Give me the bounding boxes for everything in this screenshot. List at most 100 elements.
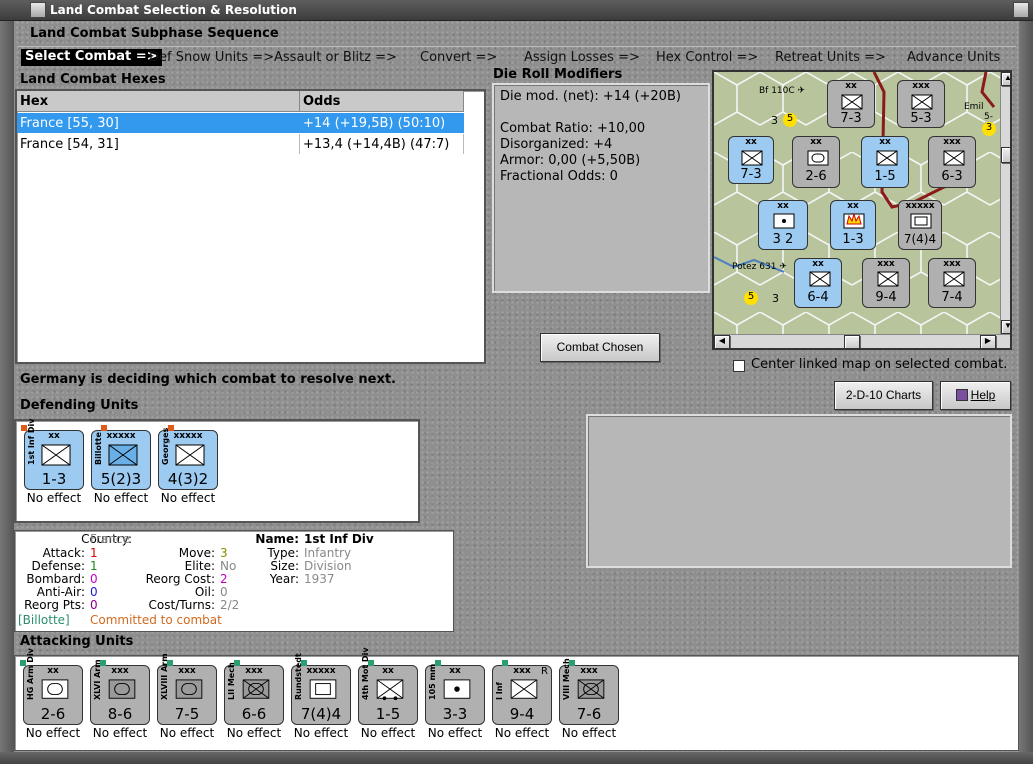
hexes-title: Land Combat Hexes <box>20 72 166 87</box>
modifier-line: Disorganized: +4 <box>500 137 613 152</box>
unit-name: I Inf <box>495 682 504 700</box>
map-counter[interactable]: xxxxx 7(4)4 <box>898 200 942 250</box>
attacking-unit-counter[interactable]: xxx I Inf R 9-4 <box>492 660 552 725</box>
map-counter[interactable]: xx 6-4 <box>794 258 842 308</box>
unit-effect: No effect <box>561 726 617 740</box>
unit-strength: 7-6 <box>576 705 602 723</box>
help-button[interactable]: Help <box>940 381 1011 410</box>
system-menu-icon[interactable] <box>30 2 46 18</box>
info-cost-turns: 2/2 <box>220 598 240 612</box>
info-country: France <box>90 532 130 546</box>
air-unit[interactable]: Bf 110C ✈ 3 5 <box>759 86 806 127</box>
combat-chosen-button[interactable]: Combat Chosen <box>540 333 660 362</box>
horizontal-scroll-thumb[interactable] <box>844 335 860 348</box>
infantry-symbol-icon <box>809 271 831 287</box>
air-unit[interactable]: Emil 5-2 3 <box>964 102 996 136</box>
step-def-snow-units: Def Snow Units => <box>149 50 275 65</box>
unit-name: LII Mech <box>227 662 236 700</box>
map-counter-selected[interactable]: xx 1-3 <box>830 200 876 250</box>
attacking-title: Attacking Units <box>20 634 134 649</box>
air-unit[interactable]: Potez 631 ✈ 3 5 <box>732 262 787 305</box>
info-defense: 1 <box>90 559 98 573</box>
subphase-sequence-bar: Select Combat => Def Snow Units => Assau… <box>18 46 1016 67</box>
info-committed: Committed to combat <box>90 613 222 627</box>
infantry-symbol-icon <box>175 444 205 466</box>
info-type: Infantry <box>304 546 352 560</box>
modifier-line: Combat Ratio: +10,00 <box>500 121 646 136</box>
map-counter[interactable]: xx 7-3 <box>728 136 774 184</box>
window-titlebar: Land Combat Selection & Resolution <box>0 0 1033 21</box>
map-counter[interactable]: xx 3 2 <box>758 200 808 250</box>
map-counter[interactable]: xx 2-6 <box>792 136 840 188</box>
col-header-hex[interactable]: Hex <box>17 91 300 112</box>
unit-strength: 3-3 <box>442 705 468 723</box>
info-year: 1937 <box>304 572 335 586</box>
vertical-scroll-thumb[interactable] <box>1001 147 1010 163</box>
close-window-button[interactable] <box>1013 2 1029 18</box>
attacking-unit-counter[interactable]: xx HG Arm Div 2-6 <box>20 648 83 725</box>
table-row[interactable]: France [54, 31] +13,4 (+14,4B) (47:7) <box>17 134 464 154</box>
info-antiair: 0 <box>90 585 98 599</box>
combat-details-panel <box>586 414 1012 568</box>
attacking-unit-counter[interactable]: xxx XLVIII Arm 7-5 <box>157 653 217 725</box>
charts-button[interactable]: 2-D-10 Charts <box>834 381 933 410</box>
window-frame-right <box>1019 21 1033 764</box>
modifier-line <box>500 105 702 121</box>
defending-unit-counter[interactable]: xx 1st Inf Div 1-3 <box>21 419 84 490</box>
unit-strength: 7(4)4 <box>300 705 342 723</box>
info-bombard: 0 <box>90 572 98 586</box>
infantry-symbol-icon <box>943 150 965 166</box>
unit-name: VIII Mech <box>562 658 571 700</box>
map-vertical-scrollbar[interactable]: ▲ ▼ <box>1000 72 1010 334</box>
map-counter[interactable]: xx 7-3 <box>827 80 875 128</box>
scroll-up-icon[interactable]: ▲ <box>1001 72 1010 86</box>
unit-strength: 1-5 <box>375 705 401 723</box>
help-book-icon <box>955 389 968 401</box>
step-hex-control: Hex Control => <box>656 50 759 65</box>
table-row[interactable]: France [55, 30] +14 (+19,5B) (50:10) <box>17 113 464 133</box>
combat-hexes-table: Hex Odds France [55, 30] +14 (+19,5B) (5… <box>15 89 486 364</box>
map-counter[interactable]: xxx 7-4 <box>928 258 976 308</box>
step-select-combat: Select Combat => <box>21 49 162 66</box>
combat-burst-icon <box>843 213 865 229</box>
hex-cell: France [55, 30] <box>20 116 119 131</box>
col-header-odds[interactable]: Odds <box>300 91 464 112</box>
scroll-down-icon[interactable]: ▼ <box>1001 320 1010 334</box>
defending-unit-counter[interactable]: xxxxx Billotte 5(2)3 <box>91 425 151 490</box>
attacking-unit-counter[interactable]: xxx LII Mech 6-6 <box>224 660 284 725</box>
center-map-checkbox[interactable] <box>733 360 745 372</box>
attacking-unit-counter[interactable]: xx 105 mm 3-3 <box>425 660 485 725</box>
attacking-unit-counter[interactable]: xxxxx Rundstedt 7(4)4 <box>291 653 351 725</box>
reserve-marker: R <box>541 666 548 677</box>
modifier-line: Fractional Odds: 0 <box>500 169 618 184</box>
scroll-right-icon[interactable]: ▶ <box>980 335 996 348</box>
modifier-line: Armor: 0,00 (+5,50B) <box>500 153 641 168</box>
armor-symbol-icon <box>807 150 829 166</box>
map-horizontal-scrollbar[interactable]: ◀ ▶ <box>714 334 1010 348</box>
status-message: Germany is deciding which combat to reso… <box>20 372 396 387</box>
map-counter[interactable]: xx 1-5 <box>861 136 909 188</box>
attacking-unit-counter[interactable]: xxx VIII Mech 7-6 <box>559 658 619 725</box>
step-convert: Convert => <box>420 50 498 65</box>
defending-unit-counter[interactable]: xxxxx Georges 4(3)2 <box>158 425 218 490</box>
info-size: Division <box>304 559 352 573</box>
map-counter[interactable]: xxx 9-4 <box>862 258 910 308</box>
armg-symbol-icon <box>175 679 203 699</box>
map-counter[interactable]: xxx 5-3 <box>897 80 945 128</box>
unit-name: 105 mm <box>428 663 437 700</box>
map-counter[interactable]: xxx 6-3 <box>928 136 976 188</box>
attacking-unit-counter[interactable]: xxx XLVI Arm 8-6 <box>90 659 150 725</box>
artillery-symbol-icon <box>773 213 795 229</box>
infantry-symbol-icon <box>841 94 863 110</box>
air-plane-icon: ✈ <box>797 86 806 96</box>
attacking-unit-counter[interactable]: xx 4th Mot Div 1-5 <box>358 647 418 725</box>
info-reorg-pts: 0 <box>90 598 98 612</box>
info-name: 1st Inf Div <box>304 532 374 546</box>
linked-map[interactable]: xx 7-3 xxx 5-3 xx 7-3 xx 2-6 xx 1-5 xxx … <box>712 70 1012 350</box>
info-attack: 1 <box>90 546 98 560</box>
scroll-left-icon[interactable]: ◀ <box>714 335 730 348</box>
info-oil: 0 <box>220 585 228 599</box>
unit-name: Rundstedt <box>294 653 303 700</box>
die-roll-modifiers-panel: Die mod. (net): +14 (+20B) Combat Ratio:… <box>492 83 710 293</box>
step-assign-losses: Assign Losses => <box>524 50 640 65</box>
